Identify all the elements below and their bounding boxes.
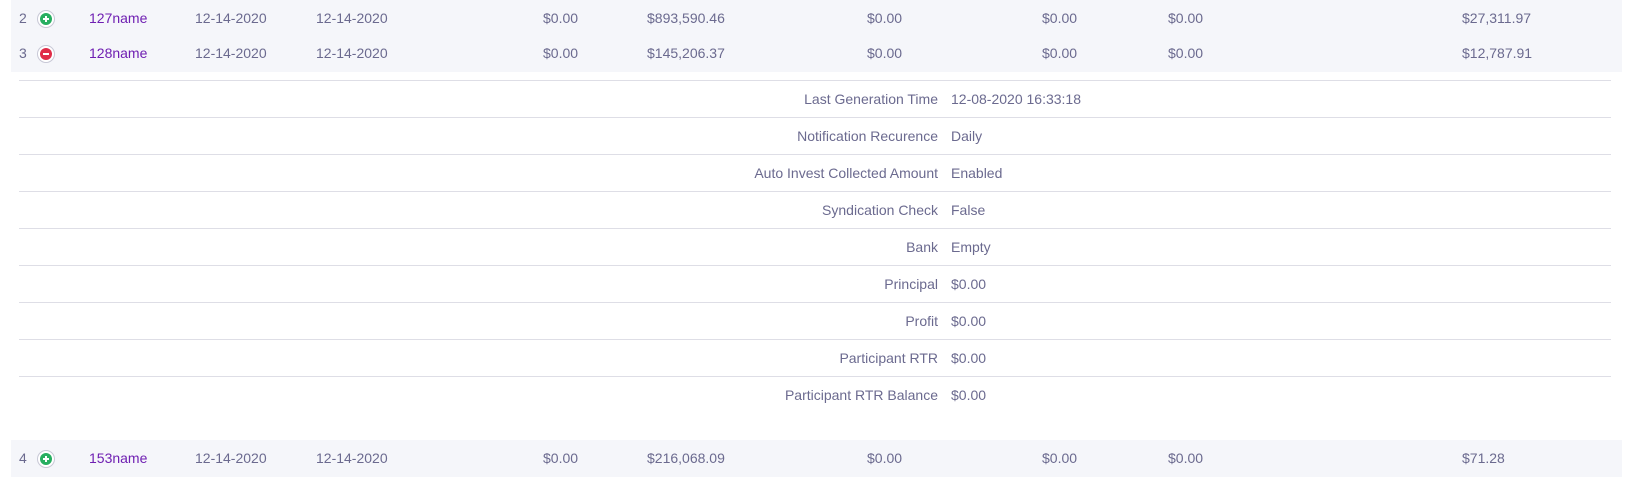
amount-6: $27,311.97 (1462, 10, 1532, 26)
end-date: 12-14-2020 (316, 10, 388, 26)
amount-5: $0.00 (1168, 450, 1204, 466)
amount-3: $0.00 (867, 45, 903, 61)
start-date: 12-14-2020 (195, 10, 267, 26)
detail-label: Participant RTR Balance (784, 387, 938, 403)
plus-circle-icon (40, 13, 52, 25)
amount-5: $0.00 (1168, 45, 1204, 61)
amount-2: $216,068.09 (647, 450, 725, 466)
row-number: 4 (19, 450, 27, 466)
start-date: 12-14-2020 (195, 450, 267, 466)
account-name-link[interactable]: 153name (89, 440, 147, 477)
detail-row: Last Generation Time 12-08-2020 16:33:18 (19, 81, 1611, 118)
detail-label: Bank (906, 239, 938, 255)
expand-row-button[interactable] (37, 10, 55, 28)
amount-1: $0.00 (543, 450, 579, 466)
amount-6: $71.28 (1462, 450, 1505, 466)
row-number: 2 (19, 10, 27, 26)
detail-row: Participant RTR Balance $0.00 (19, 377, 1611, 413)
end-date: 12-14-2020 (316, 45, 388, 61)
detail-label: Auto Invest Collected Amount (754, 165, 938, 181)
detail-value: False (951, 202, 986, 218)
account-name-link[interactable]: 128name (89, 35, 147, 72)
amount-4: $0.00 (1042, 45, 1078, 61)
plus-circle-icon (40, 453, 52, 465)
detail-row: Bank Empty (19, 229, 1611, 266)
amount-1: $0.00 (543, 10, 579, 26)
amount-5: $0.00 (1168, 10, 1204, 26)
amount-4: $0.00 (1042, 10, 1078, 26)
expand-row-button[interactable] (37, 450, 55, 468)
detail-label: Last Generation Time (804, 91, 938, 107)
detail-row: Profit $0.00 (19, 303, 1611, 340)
amount-6: $12,787.91 (1462, 45, 1533, 61)
table-row: 4 153name 12-14-2020 12-14-2020 $0.00 $2… (11, 440, 1622, 477)
detail-label: Syndication Check (822, 202, 938, 218)
amount-3: $0.00 (867, 450, 903, 466)
collapse-row-button[interactable] (37, 45, 55, 63)
row-number: 3 (19, 45, 27, 61)
detail-value: $0.00 (951, 276, 987, 292)
detail-value: Enabled (951, 165, 1003, 181)
detail-label: Participant RTR (839, 350, 938, 366)
end-date: 12-14-2020 (316, 450, 388, 466)
amount-2: $145,206.37 (647, 45, 725, 61)
minus-circle-icon (40, 48, 52, 60)
amount-1: $0.00 (543, 45, 579, 61)
amount-3: $0.00 (867, 10, 903, 26)
detail-value: $0.00 (951, 350, 987, 366)
account-name-link[interactable]: 127name (89, 0, 147, 37)
detail-label: Profit (905, 313, 938, 329)
detail-row: Auto Invest Collected Amount Enabled (19, 155, 1611, 192)
detail-row: Notification Recurence Daily (19, 118, 1611, 155)
start-date: 12-14-2020 (195, 45, 267, 61)
detail-row: Syndication Check False (19, 192, 1611, 229)
amount-4: $0.00 (1042, 450, 1078, 466)
detail-value: $0.00 (951, 313, 987, 329)
detail-value: $0.00 (951, 387, 987, 403)
detail-value: Daily (951, 128, 983, 144)
detail-value: 12-08-2020 16:33:18 (951, 91, 1081, 107)
detail-label: Notification Recurence (797, 128, 938, 144)
detail-label: Principal (884, 276, 938, 292)
table-row: 2 127name 12-14-2020 12-14-2020 $0.00 $8… (11, 0, 1622, 37)
row-details-panel: Last Generation Time 12-08-2020 16:33:18… (19, 80, 1611, 413)
detail-row: Participant RTR $0.00 (19, 340, 1611, 377)
amount-2: $893,590.46 (647, 10, 725, 26)
detail-row: Principal $0.00 (19, 266, 1611, 303)
table-row: 3 128name 12-14-2020 12-14-2020 $0.00 $1… (11, 35, 1622, 72)
detail-value: Empty (951, 239, 991, 255)
